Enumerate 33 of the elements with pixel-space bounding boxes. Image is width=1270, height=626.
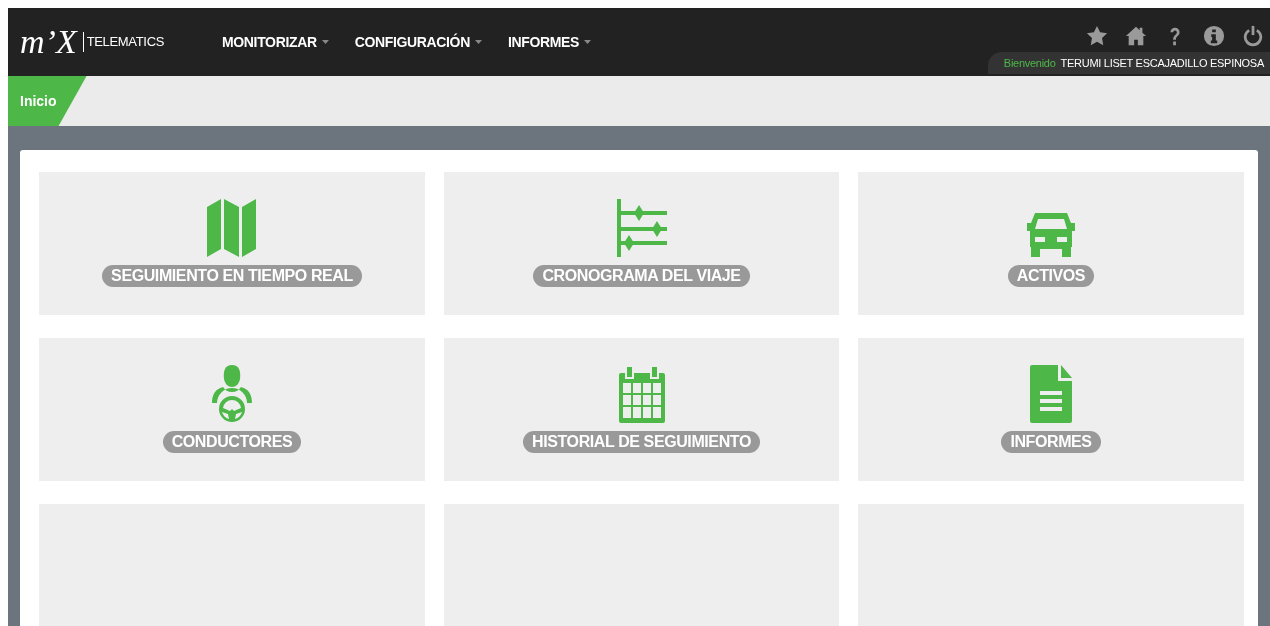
nav-menu[interactable]: MONITORIZAR (222, 31, 329, 53)
dashboard-tile[interactable]: ACTIVOS (858, 172, 1244, 315)
tile-label: CRONOGRAMA DEL VIAJE (533, 265, 750, 287)
tile-label: INFORMES (1001, 431, 1101, 453)
timeline-icon (616, 199, 667, 257)
tile-label: ACTIVOS (1007, 265, 1095, 287)
dashboard-tile[interactable]: CRONOGRAMA DEL VIAJE (444, 172, 839, 315)
tile-label: SEGUIMIENTO EN TIEMPO REAL (102, 265, 362, 287)
power-icon[interactable] (1242, 25, 1264, 47)
tile-label: HISTORIAL DE SEGUIMIENTO (523, 431, 760, 453)
dashboard-tile[interactable]: INFORMES (858, 338, 1244, 481)
dashboard-tile[interactable]: SEGUIMIENTO EN TIEMPO REAL (39, 172, 425, 315)
logo-mark[interactable]: m’X (20, 25, 77, 59)
map-icon (207, 199, 257, 257)
caret-icon (321, 40, 329, 44)
calendar-icon (618, 367, 665, 423)
document-icon (1030, 365, 1072, 423)
caret-icon (584, 40, 591, 44)
car-icon (1027, 213, 1075, 257)
dashboard-tile[interactable]: HISTORIAL DE SEGUIMIENTO (444, 338, 839, 481)
nav-menu[interactable]: CONFIGURACIÓN (354, 31, 482, 53)
dashboard-tile[interactable]: CONDUCTORES (39, 338, 425, 481)
welcome-label: Bienvenido (1003, 55, 1056, 71)
tile-label: CONDUCTORES (162, 431, 302, 453)
breadcrumb-link[interactable]: Inicio (8, 76, 87, 126)
user-name[interactable]: TERUMI LISET ESCAJADILLO ESPINOSA (1060, 54, 1264, 72)
driver-icon (212, 365, 252, 423)
nav-menu[interactable]: INFORMES (507, 31, 591, 53)
info-icon[interactable] (1203, 25, 1225, 47)
logo-text: TELEMATICS (82, 32, 165, 52)
caret-icon (474, 40, 482, 44)
star-icon[interactable] (1086, 25, 1108, 47)
home-icon[interactable] (1125, 25, 1147, 47)
